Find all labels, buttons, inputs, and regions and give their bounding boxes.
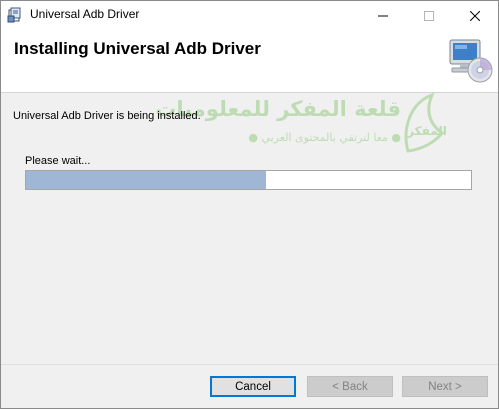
page-title: Installing Universal Adb Driver: [14, 39, 261, 58]
wait-label: Please wait...: [25, 155, 91, 167]
watermark: قلعة المفكر للمعلوميات ● معا لنرتقي بالم…: [155, 89, 456, 169]
watermark-logo-text: المفكر: [406, 124, 447, 138]
installer-package-icon: [7, 7, 21, 23]
watermark-logo: المفكر: [404, 92, 447, 153]
minimize-button[interactable]: [360, 1, 406, 30]
progress-fill: [26, 171, 267, 189]
title-bar[interactable]: Universal Adb Driver: [1, 1, 498, 30]
cancel-button[interactable]: Cancel: [210, 376, 296, 397]
next-button[interactable]: Next >: [402, 376, 488, 397]
computer-cd-icon: [449, 39, 493, 83]
progress-bar: [25, 170, 472, 190]
maximize-button[interactable]: [406, 1, 452, 30]
footer-divider: [1, 364, 498, 365]
installer-window: Universal Adb Driver Installing Universa…: [0, 0, 499, 409]
watermark-title: قلعة المفكر للمعلوميات: [155, 97, 401, 121]
watermark-tagline: ● معا لنرتقي بالمحتوى العربي ●: [248, 131, 401, 144]
header-banner: Installing Universal Adb Driver: [1, 30, 498, 93]
close-icon: [470, 10, 480, 21]
maximize-icon: [424, 10, 434, 21]
status-text: Universal Adb Driver is being installed.: [13, 110, 201, 122]
back-button[interactable]: < Back: [307, 376, 393, 397]
minimize-icon: [378, 15, 388, 16]
window-title: Universal Adb Driver: [30, 7, 140, 21]
close-button[interactable]: [452, 1, 498, 30]
